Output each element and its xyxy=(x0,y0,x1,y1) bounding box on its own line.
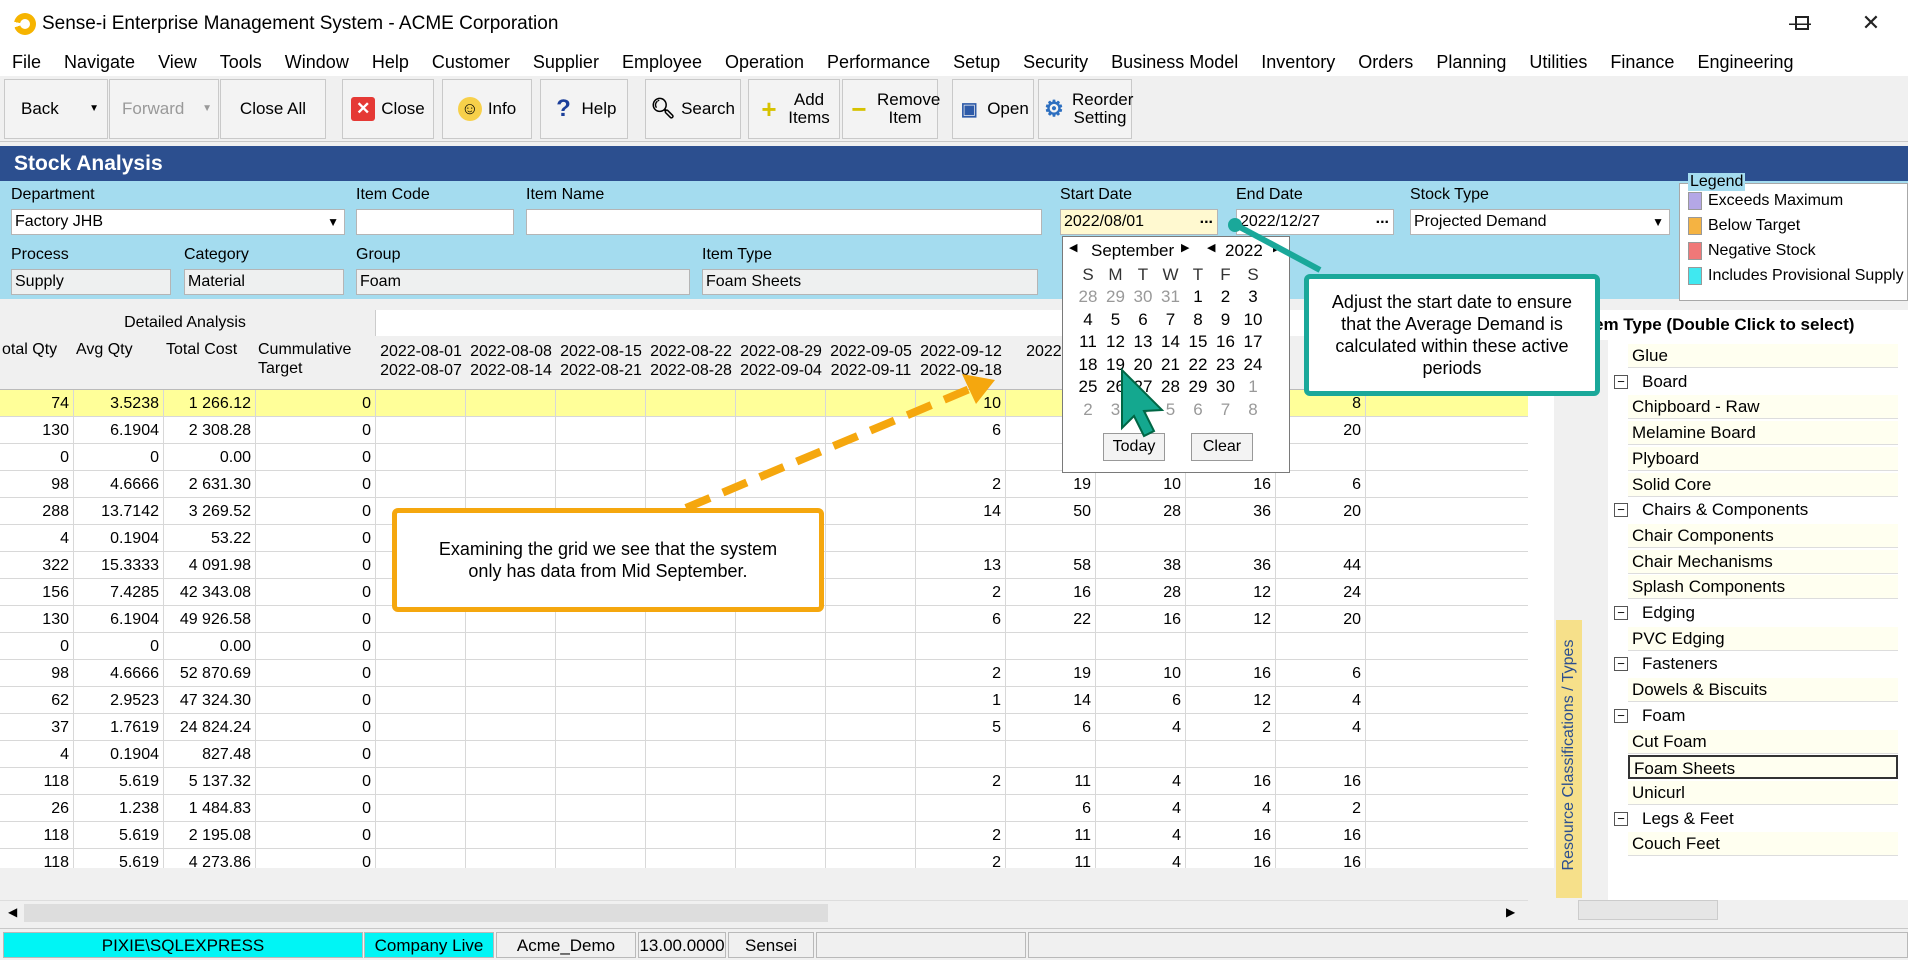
date-note-callout: Adjust the start date to ensure that the… xyxy=(1304,274,1600,396)
status-database: Acme_Demo xyxy=(496,932,636,958)
status-company: Company Live xyxy=(364,932,494,958)
annotation-arrows xyxy=(684,218,1322,512)
grid-note-text: Examining the grid we see that the syste… xyxy=(438,539,778,581)
status-user: Sensei xyxy=(728,932,814,958)
grid-note-callout: Examining the grid we see that the syste… xyxy=(392,508,824,612)
status-empty-2 xyxy=(1028,932,1908,958)
mouse-cursor-icon xyxy=(1121,367,1165,438)
status-version: 13.00.0000 xyxy=(638,932,726,958)
teal-connector xyxy=(1234,222,1322,273)
status-bar: PIXIE\SQLEXPRESS Company Live Acme_Demo … xyxy=(0,928,1908,960)
orange-arrow xyxy=(684,384,974,512)
date-note-text: Adjust the start date to ensure that the… xyxy=(1331,292,1573,378)
status-empty-1 xyxy=(816,932,1026,958)
status-server: PIXIE\SQLEXPRESS xyxy=(3,932,363,958)
teal-dot xyxy=(1228,218,1242,232)
